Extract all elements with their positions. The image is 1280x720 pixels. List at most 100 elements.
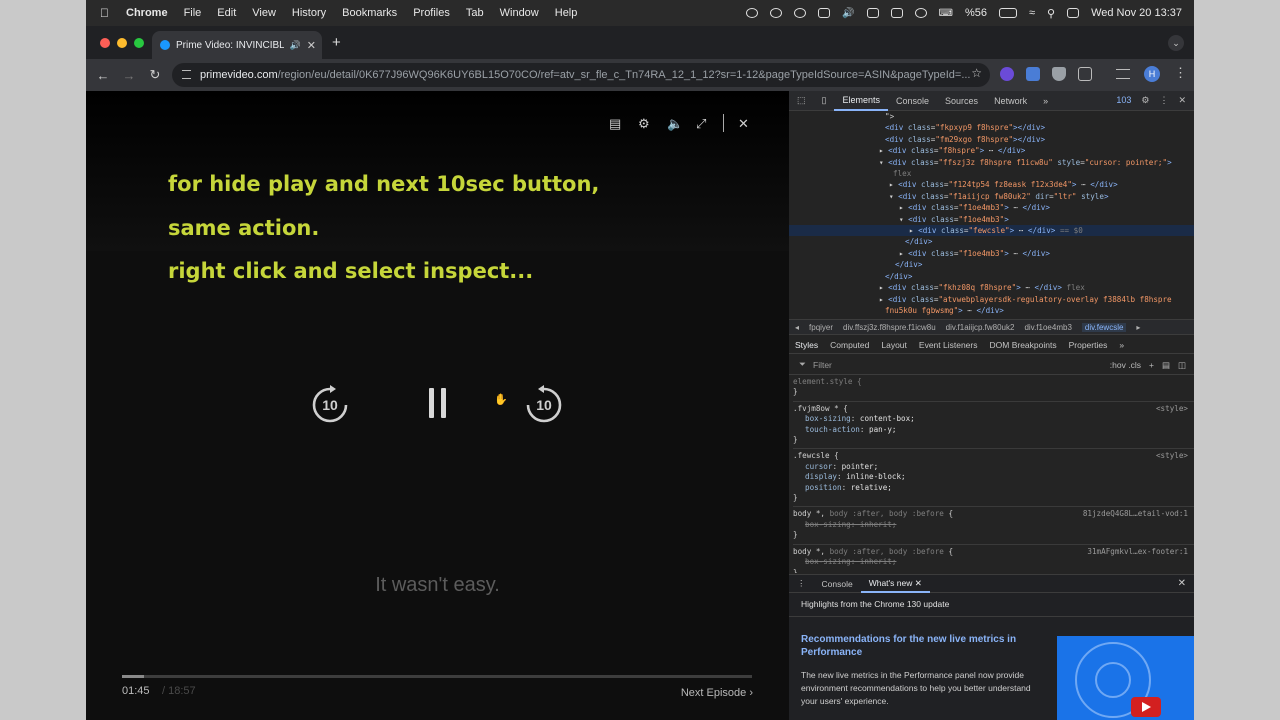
dom-node[interactable]: </div> — [789, 236, 1194, 247]
hov-cls-toggles[interactable]: :hov .cls — [1110, 360, 1141, 371]
devtools-settings-gear-icon[interactable]: ⚙ — [1141, 95, 1149, 106]
dom-node[interactable]: ▾ <div class="f1aiijcp fw80uk2" dir="ltr… — [789, 191, 1194, 202]
forward-10-icon[interactable]: 10 — [524, 385, 564, 425]
tab-dom-breakpoints[interactable]: DOM Breakpoints — [984, 340, 1063, 350]
seek-bar[interactable] — [122, 675, 752, 678]
menu-app-name[interactable]: Chrome — [126, 7, 168, 19]
dom-node[interactable]: "> — [789, 111, 1194, 122]
new-rule-icon[interactable]: + — [1149, 360, 1154, 371]
menu-edit[interactable]: Edit — [217, 7, 236, 19]
close-window-button[interactable] — [100, 38, 110, 48]
new-tab-button[interactable]: + — [332, 34, 341, 51]
dom-node[interactable]: </div> — [789, 271, 1194, 282]
subtitles-icon[interactable]: ▤ — [609, 116, 621, 132]
tab-network[interactable]: Network — [986, 96, 1035, 106]
dom-node[interactable]: ▸ <div class="f1oe4mb3"> ⋯ </div> — [789, 202, 1194, 213]
extension-icon-1[interactable] — [1000, 67, 1014, 81]
dom-node[interactable]: flex — [789, 168, 1194, 179]
breadcrumb-item[interactable]: div.f1oe4mb3 — [1024, 323, 1071, 332]
tab-sources[interactable]: Sources — [937, 96, 986, 106]
dom-node[interactable]: ▸ <div class="f1oe4mb3"> ⋯ </div> — [789, 248, 1194, 259]
dom-node[interactable]: ▸ <div class="f124tp54 fz8eask f12x3de4"… — [789, 179, 1194, 190]
back-button[interactable]: ← — [90, 68, 116, 83]
tab-styles[interactable]: Styles — [789, 340, 824, 350]
close-whats-new-icon[interactable]: ✕ — [915, 578, 922, 588]
forward-button[interactable]: → — [116, 68, 142, 83]
clock[interactable]: Wed Nov 20 13:37 — [1091, 7, 1182, 19]
breadcrumb-item[interactable]: div.ffszj3z.f8hspre.f1icw8u — [843, 323, 936, 332]
site-info-icon[interactable] — [182, 70, 191, 79]
menu-view[interactable]: View — [252, 7, 276, 19]
browser-tab-active[interactable]: Prime Video: INVINCIBLE 🔊 ✕ — [152, 31, 322, 59]
volume-icon[interactable]: 🔊 — [842, 8, 854, 19]
breadcrumb-item[interactable]: div.f1aiijcp.fw80uk2 — [946, 323, 1015, 332]
tab-audio-icon[interactable]: 🔊 — [290, 40, 301, 51]
card-title-link[interactable]: Recommendations for the new live metrics… — [801, 633, 1039, 659]
pause-button[interactable] — [429, 388, 447, 418]
dom-node[interactable]: <div class="fkpxyp9 f8hspre"></div> — [789, 122, 1194, 133]
dom-node[interactable]: </div> — [789, 259, 1194, 270]
display-icon[interactable] — [866, 8, 879, 18]
tab-computed[interactable]: Computed — [824, 340, 875, 350]
rewind-10-icon[interactable]: 10 — [310, 385, 350, 425]
drawer-tab-console[interactable]: Console — [814, 579, 861, 589]
dom-node[interactable]: <div class="fm29xgo f8hspre"></div> — [789, 134, 1194, 145]
play-status-icon[interactable] — [794, 8, 807, 18]
menu-history[interactable]: History — [292, 7, 326, 19]
close-drawer-icon[interactable]: ✕ — [1178, 578, 1186, 589]
styles-pane[interactable]: element.style { } <style> .fvjm8ow * { b… — [789, 375, 1194, 573]
devtools-menu-icon[interactable]: ⋮ — [1159, 95, 1168, 106]
reading-list-icon[interactable] — [1116, 69, 1130, 79]
translate-extension-icon[interactable] — [1026, 67, 1040, 81]
menu-profiles[interactable]: Profiles — [413, 7, 450, 19]
settings-gear-icon[interactable]: ⚙ — [638, 116, 650, 132]
next-episode-button[interactable]: Next Episode › — [681, 687, 753, 699]
close-devtools-icon[interactable]: ✕ — [1178, 95, 1186, 106]
breadcrumb-back-icon[interactable]: ◂ — [795, 323, 799, 332]
breadcrumb-item[interactable]: fpqiyer — [809, 323, 833, 332]
dom-node[interactable]: fnu5k0u fgbwsmg"> ⋯ </div> — [789, 305, 1194, 316]
menu-tab[interactable]: Tab — [466, 7, 484, 19]
close-tab-icon[interactable]: ✕ — [307, 39, 316, 52]
exit-fullscreen-icon[interactable]: ⤢ — [696, 116, 706, 132]
tab-layout[interactable]: Layout — [875, 340, 913, 350]
profile-status-icon[interactable] — [890, 8, 903, 18]
wifi-icon[interactable]: ≈ — [1029, 7, 1035, 19]
dom-node[interactable]: ▸ <div class="atvwebplayersdk-regulatory… — [789, 294, 1194, 305]
sidebar-toggle-icon[interactable]: ◫ — [1178, 360, 1186, 371]
menu-help[interactable]: Help — [555, 7, 578, 19]
more-tabs-icon[interactable]: » — [1035, 96, 1056, 106]
dom-node-selected[interactable]: ▸ <div class="fewcsle"> ⋯ </div> == $0 — [789, 225, 1194, 237]
dom-tree[interactable]: "> <div class="fkpxyp9 f8hspre"></div> <… — [789, 111, 1194, 317]
tab-elements[interactable]: Elements — [834, 91, 888, 111]
airdrop-icon[interactable] — [914, 8, 927, 18]
dom-node[interactable]: ▸ <div class="f8hspre"> ⋯ </div> — [789, 145, 1194, 156]
youtube-play-icon[interactable] — [1131, 697, 1161, 717]
drawer-tab-whats-new[interactable]: What's new ✕ — [860, 575, 930, 593]
address-bar[interactable]: primevideo.com/region/eu/detail/0K677J96… — [172, 63, 990, 87]
dom-node[interactable]: ▸ <div class="fkhz08q f8hspre"> ⋯ </div>… — [789, 282, 1194, 293]
toggle-styles-icon[interactable]: ▤ — [1162, 360, 1170, 371]
tab-properties[interactable]: Properties — [1063, 340, 1114, 350]
menu-file[interactable]: File — [184, 7, 202, 19]
tab-console[interactable]: Console — [888, 96, 937, 106]
reload-button[interactable]: ↻ — [142, 67, 168, 83]
css-rule[interactable]: 81jzdeQ4G8L…etail-vod:1 body *, body :af… — [793, 507, 1194, 545]
dom-node[interactable]: ▾ <div class="f1oe4mb3"> — [789, 214, 1194, 225]
minimize-window-button[interactable] — [117, 38, 127, 48]
apple-icon[interactable]:  — [100, 6, 112, 20]
search-icon[interactable]: ⚲ — [1047, 7, 1055, 20]
volume-icon[interactable]: 🔈 — [667, 116, 683, 132]
drawer-menu-icon[interactable]: ⋮ — [789, 578, 814, 589]
control-center-icon[interactable] — [1067, 8, 1080, 18]
window-icon[interactable] — [818, 8, 831, 18]
more-style-tabs-icon[interactable]: » — [1113, 340, 1130, 350]
chrome-menu-icon[interactable]: ⋮ — [1174, 65, 1187, 81]
device-toolbar-icon[interactable]: ▯ — [814, 95, 835, 106]
record-icon[interactable] — [746, 8, 759, 18]
menu-bookmarks[interactable]: Bookmarks — [342, 7, 397, 19]
app-status-icon[interactable] — [770, 8, 783, 18]
dom-node[interactable]: ▾ <div class="ffszj3z f8hspre f1icw8u" s… — [789, 157, 1194, 168]
video-thumbnail[interactable] — [1057, 636, 1194, 720]
styles-filter-input[interactable]: Filter — [813, 360, 832, 370]
